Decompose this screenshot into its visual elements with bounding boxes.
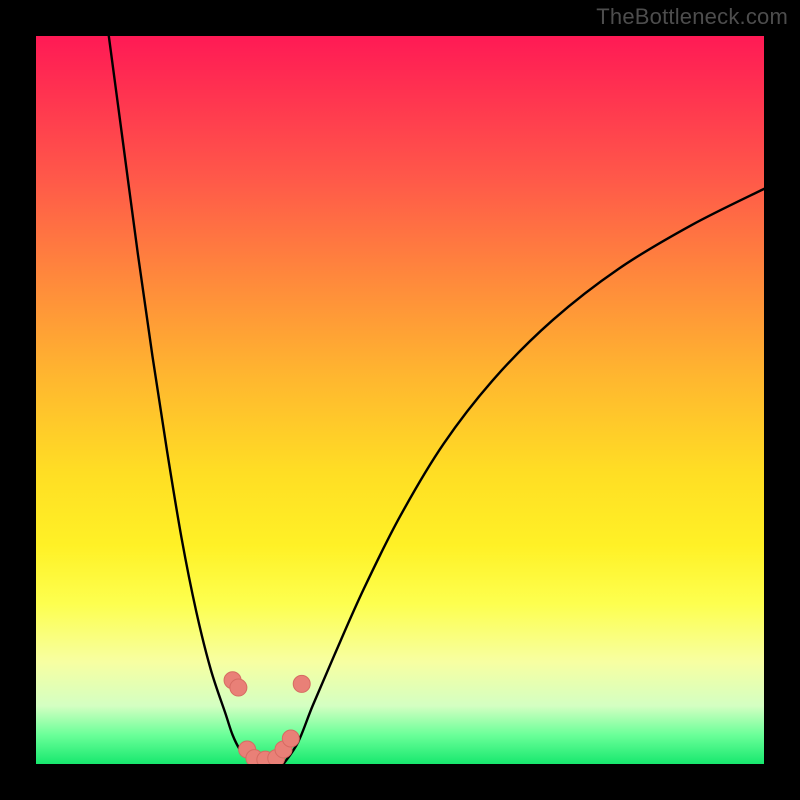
data-marker <box>293 675 310 692</box>
curve-right-branch <box>284 189 764 764</box>
chart-overlay <box>36 36 764 764</box>
data-marker <box>282 730 299 747</box>
plot-area <box>36 36 764 764</box>
watermark-text: TheBottleneck.com <box>596 4 788 30</box>
data-markers <box>224 672 310 764</box>
chart-frame: TheBottleneck.com <box>0 0 800 800</box>
data-marker <box>230 679 247 696</box>
curve-left-branch <box>109 36 255 764</box>
